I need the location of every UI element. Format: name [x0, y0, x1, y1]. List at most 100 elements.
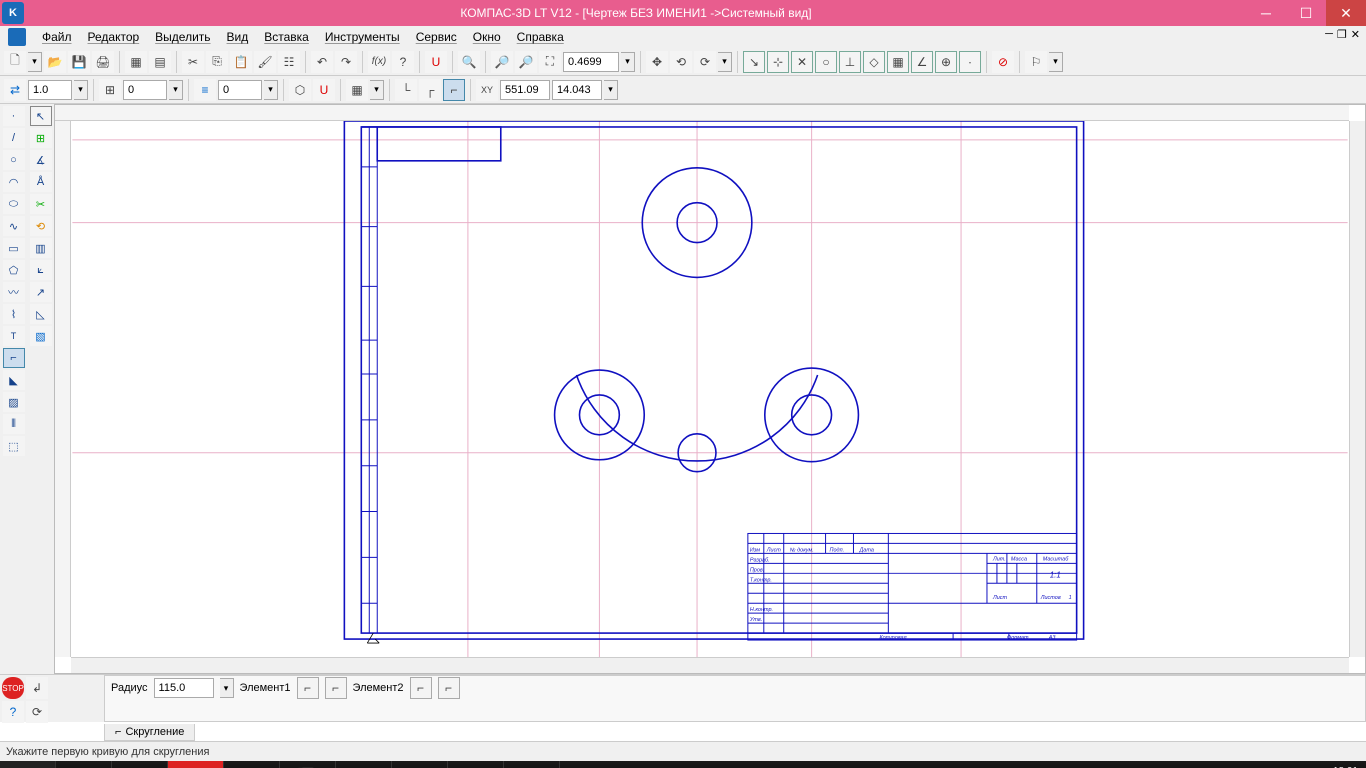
param-tool-icon[interactable]: ▥ [30, 238, 52, 258]
doc-minimize-button[interactable]: ─ [1325, 28, 1333, 41]
doc-close-button[interactable]: ✕ [1351, 28, 1360, 41]
elem1-mode1-icon[interactable]: ⌐ [297, 677, 319, 699]
coord-dropdown[interactable]: ▾ [604, 80, 618, 100]
menu-file[interactable]: Файл [34, 28, 80, 46]
radius-dropdown[interactable]: ▾ [220, 678, 234, 698]
start-button[interactable]: ⊞ [0, 761, 56, 768]
zoom-in-icon[interactable]: 🔎 [491, 51, 513, 73]
layer-input[interactable] [123, 80, 167, 100]
snap-point-icon[interactable]: ∙ [959, 51, 981, 73]
autoborder-tool-icon[interactable]: ⬚ [3, 436, 25, 456]
cut-button[interactable]: ✂ [182, 51, 204, 73]
drawing-viewport[interactable]: Изм Лист № докум. Подп. Дата Разраб. Про… [71, 121, 1349, 657]
step-input[interactable] [28, 80, 72, 100]
menu-select[interactable]: Выделить [147, 28, 218, 46]
skype-icon[interactable]: S [112, 761, 168, 768]
sym-tool-icon[interactable]: Å [30, 172, 52, 192]
stop-button[interactable]: STOP [2, 677, 24, 699]
color-flag-icon[interactable]: ⚐ [1025, 51, 1047, 73]
layer-icon[interactable]: ⊞ [99, 79, 121, 101]
xy-mode-icon[interactable]: XY [476, 79, 498, 101]
grid-menu-icon[interactable]: ⊞ [30, 128, 52, 148]
measure-tool-icon[interactable]: ⟀ [30, 260, 52, 280]
elem1-mode2-icon[interactable]: ⌐ [325, 677, 347, 699]
polygon-tool-icon[interactable]: ⬠ [3, 260, 25, 280]
circle-tool-icon[interactable]: ○ [3, 150, 25, 170]
cursor-step-icon[interactable]: ⇄ [4, 79, 26, 101]
maximize-button[interactable]: ☐ [1286, 0, 1326, 26]
doc-restore-button[interactable]: ❐ [1337, 28, 1347, 41]
spec-tool-icon[interactable]: ◺ [30, 304, 52, 324]
scrollbar-horizontal[interactable] [71, 657, 1349, 673]
help-button[interactable]: ? [392, 51, 414, 73]
snap-near-icon[interactable]: ↘ [743, 51, 765, 73]
snap-angle-icon[interactable]: ∠ [911, 51, 933, 73]
snap-intersect-icon[interactable]: ✕ [791, 51, 813, 73]
hatch-tool-icon[interactable]: ▨ [3, 392, 25, 412]
explorer-icon[interactable]: 📁 [448, 761, 504, 768]
snap-setting-icon[interactable]: ⬡ [289, 79, 311, 101]
close-button[interactable]: ✕ [1326, 0, 1366, 26]
elem2-mode2-icon[interactable]: ⌐ [438, 677, 460, 699]
zoom-prev-icon[interactable]: ⟲ [670, 51, 692, 73]
chamfer-tool-icon[interactable]: ◣ [3, 370, 25, 390]
undo-button[interactable]: ↶ [311, 51, 333, 73]
ellipse-tool-icon[interactable]: ⬭ [3, 194, 25, 214]
redo-button[interactable]: ↷ [335, 51, 357, 73]
new-button[interactable]: 🗋 [4, 51, 26, 73]
zoom-window-icon[interactable]: 🔍 [458, 51, 480, 73]
radius-input[interactable] [154, 678, 214, 698]
equidistant-tool-icon[interactable]: ⫴ [3, 414, 25, 434]
point-tool-icon[interactable]: · [3, 106, 25, 126]
rectangle-tool-icon[interactable]: ▭ [3, 238, 25, 258]
menu-help[interactable]: Справка [509, 28, 572, 46]
spline-tool-icon[interactable]: ∿ [3, 216, 25, 236]
snap-tangent-icon[interactable]: ○ [815, 51, 837, 73]
menu-view[interactable]: Вид [219, 28, 257, 46]
snap-vertex-icon[interactable]: ◇ [863, 51, 885, 73]
app-menu-icon[interactable] [8, 28, 26, 46]
cursor-tool-icon[interactable]: ↖ [30, 106, 52, 126]
minimize-button[interactable]: ─ [1246, 0, 1286, 26]
round-icon[interactable]: ⌐ [443, 79, 465, 101]
param-help-icon[interactable]: ? [2, 701, 24, 723]
menu-insert[interactable]: Вставка [256, 28, 317, 46]
snap-disable-icon[interactable]: ⊘ [992, 51, 1014, 73]
elem2-mode1-icon[interactable]: ⌐ [410, 677, 432, 699]
select-tool-icon[interactable]: ↗ [30, 282, 52, 302]
style-input[interactable] [218, 80, 262, 100]
menu-tools[interactable]: Инструменты [317, 28, 408, 46]
grid-icon[interactable]: ▦ [346, 79, 368, 101]
break-tool-icon[interactable]: ✂ [30, 194, 52, 214]
polyline-tool-icon[interactable]: 〰 [3, 282, 25, 302]
ie-icon[interactable]: e [56, 761, 112, 768]
print-button[interactable]: 🖨 [92, 51, 114, 73]
aimp-icon[interactable]: ◎ [224, 761, 280, 768]
paste-button[interactable]: 📋 [230, 51, 252, 73]
view-dropdown[interactable]: ▾ [718, 52, 732, 72]
chrome-icon[interactable]: ◉ [336, 761, 392, 768]
bezier-tool-icon[interactable]: ⌇ [3, 304, 25, 324]
snap-center-icon[interactable]: ⊕ [935, 51, 957, 73]
save-button[interactable]: 💾 [68, 51, 90, 73]
redraw-icon[interactable]: ⟳ [694, 51, 716, 73]
flag-dropdown[interactable]: ▾ [1049, 52, 1063, 72]
magnet-icon[interactable]: U [425, 51, 447, 73]
text-tool-icon[interactable]: T [3, 326, 25, 346]
hatch-style-icon[interactable]: ▧ [30, 326, 52, 346]
snap-toggle-icon[interactable]: U [313, 79, 335, 101]
linestyle-icon[interactable]: ≡ [194, 79, 216, 101]
copy-button[interactable]: ⎘ [206, 51, 228, 73]
yandex-icon[interactable]: Я [168, 761, 224, 768]
param-auto-icon[interactable]: ⟳ [26, 701, 48, 723]
fillet-tool-icon[interactable]: ⌐ [3, 348, 25, 368]
zoom-fit-icon[interactable]: ⛶ [539, 51, 561, 73]
param-tab[interactable]: ⌐ Скругление [104, 724, 195, 741]
ortho-icon[interactable]: └ [395, 79, 417, 101]
style-dropdown[interactable]: ▾ [264, 80, 278, 100]
coord-y-input[interactable] [552, 80, 602, 100]
coord-x-input[interactable] [500, 80, 550, 100]
kompas-task-icon[interactable]: K [392, 761, 448, 768]
preview-icon[interactable]: ▦ [125, 51, 147, 73]
zoom-dropdown[interactable]: ▾ [621, 52, 635, 72]
